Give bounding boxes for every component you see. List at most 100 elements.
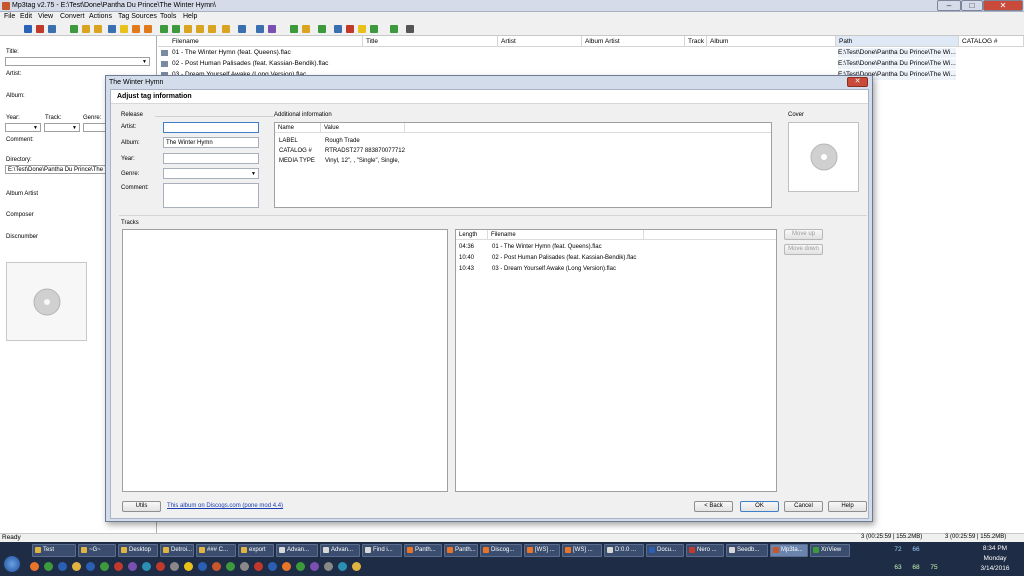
word-icon[interactable] [86, 562, 95, 571]
text-file-tag-icon[interactable] [196, 25, 204, 33]
media-icon[interactable] [346, 25, 354, 33]
additional-info-list[interactable]: Name Value LABEL Rough Trade CATALOG # R… [274, 122, 772, 208]
web-icon[interactable] [390, 25, 398, 33]
cmd-icon[interactable] [240, 562, 249, 571]
task-discogs[interactable]: Discog... [480, 544, 522, 557]
task-d00[interactable]: D:0.0 ... [604, 544, 644, 557]
task-find[interactable]: Find i... [362, 544, 402, 557]
column-track[interactable]: Track [685, 36, 707, 47]
utorrent-icon[interactable] [268, 562, 277, 571]
playlist-icon[interactable] [108, 25, 116, 33]
vlc-icon[interactable] [282, 562, 291, 571]
mp3tag-icon[interactable] [212, 562, 221, 571]
task-advan-1[interactable]: Advan... [276, 544, 318, 557]
onenote-icon[interactable] [128, 562, 137, 571]
nero-icon[interactable] [254, 562, 263, 571]
app-icon[interactable] [352, 562, 361, 571]
column-album-artist[interactable]: Album Artist [582, 36, 685, 47]
menu-actions[interactable]: Actions [89, 13, 112, 20]
options-wrench-icon[interactable] [406, 25, 414, 33]
menu-tag-sources[interactable]: Tag Sources [118, 13, 157, 20]
task-docu[interactable]: Docu... [646, 544, 684, 557]
text-icon[interactable] [268, 25, 276, 33]
menu-convert[interactable]: Convert [60, 13, 85, 20]
tag-filename-icon[interactable] [160, 25, 168, 33]
save-icon[interactable] [24, 25, 32, 33]
task-pantha-2[interactable]: Panth... [444, 544, 478, 557]
task-test[interactable]: Test [32, 544, 76, 557]
globe-icon[interactable] [370, 25, 378, 33]
outlook-icon[interactable] [142, 562, 151, 571]
task-detroit[interactable]: Detroi... [160, 544, 194, 557]
task-pantha-1[interactable]: Panth... [404, 544, 442, 557]
minimize-button[interactable]: – [937, 0, 961, 11]
move-down-button[interactable]: Move down [784, 244, 823, 255]
xnview-icon[interactable] [226, 562, 235, 571]
clock-time[interactable]: 8:34 PM [975, 545, 1015, 552]
winamp-icon[interactable] [310, 562, 319, 571]
ie-icon[interactable] [58, 562, 67, 571]
task-advan-2[interactable]: Advan... [320, 544, 360, 557]
filename-filename-icon[interactable] [184, 25, 192, 33]
column-artist[interactable]: Artist [498, 36, 582, 47]
open-folder-icon[interactable] [82, 25, 90, 33]
amazon-icon[interactable] [302, 25, 310, 33]
release-tracks-list[interactable] [122, 229, 448, 492]
chrome-icon[interactable] [44, 562, 53, 571]
column-filename[interactable]: Filename [488, 230, 644, 240]
artist-input[interactable] [163, 122, 259, 133]
cover-image-box[interactable] [788, 122, 859, 192]
year-input[interactable] [163, 153, 259, 164]
settings-icon[interactable] [198, 562, 207, 571]
task-xnview[interactable]: XnView [810, 544, 850, 557]
task-g[interactable]: ~G~ [78, 544, 116, 557]
column-catalog[interactable]: CATALOG # [959, 36, 1024, 47]
freedb-icon[interactable] [290, 25, 298, 33]
favorite-star-icon[interactable] [120, 25, 128, 33]
add-folder-icon[interactable] [94, 25, 102, 33]
move-up-button[interactable]: Move up [784, 229, 823, 240]
task-export[interactable]: export [238, 544, 274, 557]
table-row[interactable]: 02 - Post Human Palisades (feat. Kassian… [158, 59, 1024, 69]
playlist-export-icon[interactable] [222, 25, 230, 33]
select-all-icon[interactable] [132, 25, 140, 33]
task-ws-2[interactable]: [WS] ... [562, 544, 602, 557]
cancel-button[interactable]: Cancel [784, 501, 823, 512]
web-sources-icon[interactable] [334, 25, 342, 33]
calculator-icon[interactable] [170, 562, 179, 571]
column-path[interactable]: Path [836, 36, 959, 47]
start-button[interactable] [4, 556, 20, 572]
menu-file[interactable]: File [4, 13, 15, 20]
comment-textarea[interactable] [163, 183, 259, 208]
disc-icon[interactable] [358, 25, 366, 33]
table-row[interactable]: 01 - The Winter Hymn (feat. Queens).flac… [158, 48, 1024, 58]
column-length[interactable]: Length [456, 230, 488, 240]
close-button[interactable]: ✕ [983, 0, 1023, 11]
media-player-icon[interactable] [156, 562, 165, 571]
task-mp3tag[interactable]: Mp3ta... [770, 544, 808, 557]
task-seedb[interactable]: Seedb... [726, 544, 768, 557]
firefox-icon[interactable] [30, 562, 39, 571]
remove-tag-icon[interactable] [36, 25, 44, 33]
undo-icon[interactable] [48, 25, 56, 33]
genre-select[interactable]: ▼ [163, 168, 259, 179]
tag-sources-icon[interactable] [318, 25, 326, 33]
year-combo[interactable]: ▼ [5, 123, 41, 132]
notes-icon[interactable] [184, 562, 193, 571]
menu-edit[interactable]: Edit [20, 13, 32, 20]
discogs-link[interactable]: This album on Discogs.com (pone mod 4.4) [167, 503, 283, 509]
filename-tag-icon[interactable] [172, 25, 180, 33]
album-input[interactable]: The Winter Hymn [163, 137, 259, 148]
powerpoint-icon[interactable] [114, 562, 123, 571]
task-ws-1[interactable]: [WS] ... [524, 544, 560, 557]
app-icon[interactable] [324, 562, 333, 571]
excel-icon[interactable] [100, 562, 109, 571]
back-button[interactable]: < Back [694, 501, 733, 512]
maximize-button[interactable]: □ [961, 0, 983, 11]
refresh-icon[interactable] [70, 25, 78, 33]
column-filename[interactable]: Filename [158, 36, 363, 47]
file-tracks-list[interactable]: Length Filename 04:36 01 - The Winter Hy… [455, 229, 777, 492]
actions-icon[interactable] [238, 25, 246, 33]
task-desktop[interactable]: Desktop [118, 544, 158, 557]
utils-button[interactable]: Utils [122, 501, 161, 512]
